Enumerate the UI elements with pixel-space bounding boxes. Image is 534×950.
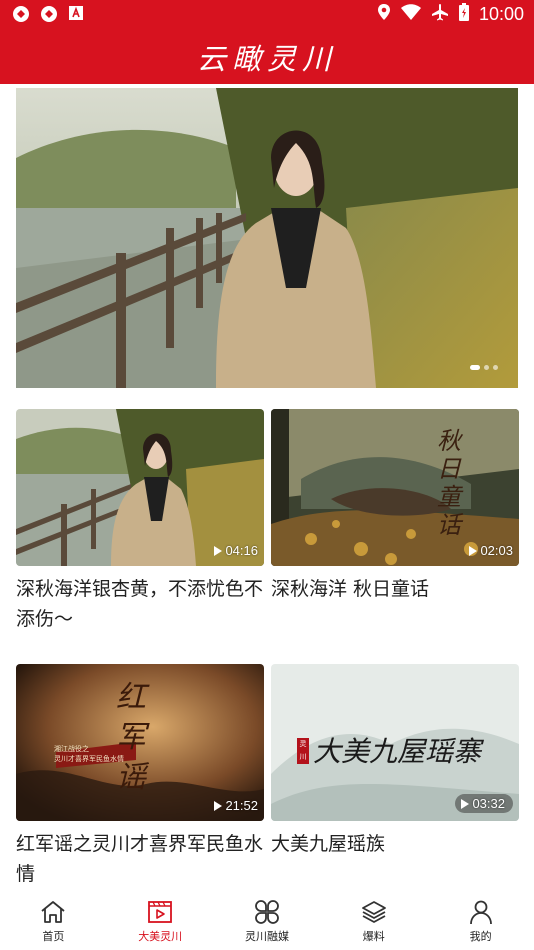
video-icon xyxy=(148,901,173,923)
app-icon-2 xyxy=(40,5,58,23)
page-title: 云瞰灵川 xyxy=(196,42,337,76)
nav-mine[interactable]: 我的 xyxy=(427,892,534,950)
clock: 10:00 xyxy=(478,3,524,24)
nav-dameilingchuan[interactable]: 大美灵川 xyxy=(107,892,214,950)
nav-label: 爆料 xyxy=(362,930,385,943)
video-card[interactable]: 秋日童话 02:03 深秋海洋 秋日童话 xyxy=(271,409,519,604)
bottom-navigation: 首页 大美灵川 灵川融媒 爆料 我的 xyxy=(0,892,534,950)
layers-icon xyxy=(361,901,386,923)
nav-tipoff[interactable]: 爆料 xyxy=(320,892,427,950)
duration-text: 04:16 xyxy=(225,543,258,558)
nav-label: 我的 xyxy=(469,930,492,943)
duration-text: 21:52 xyxy=(225,798,258,813)
video-thumbnail[interactable]: 秋日童话 02:03 xyxy=(271,409,519,566)
nav-home[interactable]: 首页 xyxy=(0,892,107,950)
app-icon-1 xyxy=(12,5,30,23)
thumbnail-calligraphy: 红军谣 xyxy=(116,680,146,795)
play-icon xyxy=(461,798,470,809)
status-bar: 10:00 xyxy=(0,0,534,28)
play-icon xyxy=(469,545,478,556)
nav-label: 大美灵川 xyxy=(138,930,183,943)
video-duration: 02:03 xyxy=(469,543,513,558)
home-icon xyxy=(41,901,65,923)
video-duration: 03:32 xyxy=(455,794,513,813)
carousel-dot[interactable] xyxy=(470,365,480,370)
airplane-icon xyxy=(431,3,449,25)
location-icon xyxy=(377,3,391,25)
video-thumbnail[interactable]: 04:16 xyxy=(16,409,264,566)
app-icon-3 xyxy=(68,5,86,23)
nav-label: 灵川融媒 xyxy=(244,930,289,943)
video-title[interactable]: 深秋海洋 秋日童话 xyxy=(271,574,519,604)
video-title[interactable]: 深秋海洋银杏黄，不添忧色不添伤～ xyxy=(16,574,264,634)
duration-text: 02:03 xyxy=(480,543,513,558)
video-duration: 21:52 xyxy=(214,798,258,813)
play-icon xyxy=(214,800,223,811)
carousel-dot[interactable] xyxy=(484,365,489,370)
video-title[interactable]: 大美九屋瑶族 xyxy=(271,829,519,859)
carousel-indicator xyxy=(470,365,498,370)
video-card[interactable]: 红军谣 湘江战役之 灵川才喜界军民鱼水情 21:52 红军谣之灵川才喜界军民鱼水… xyxy=(16,664,264,889)
play-icon xyxy=(214,545,223,556)
thumbnail-subtitle: 湘江战役之 灵川才喜界军民鱼水情 xyxy=(54,745,124,763)
hero-banner[interactable] xyxy=(16,88,518,388)
video-title[interactable]: 红军谣之灵川才喜界军民鱼水情 xyxy=(16,829,264,889)
wifi-icon xyxy=(400,4,421,24)
nav-lingchuan-media[interactable]: 灵川融媒 xyxy=(214,892,321,950)
battery-icon xyxy=(458,3,469,25)
thumbnail-calligraphy: 大美九屋瑶寨 xyxy=(313,735,482,768)
app-header: 10:00 云瞰灵川 xyxy=(0,0,534,84)
video-card[interactable]: 04:16 深秋海洋银杏黄，不添忧色不添伤～ xyxy=(16,409,264,634)
duration-text: 03:32 xyxy=(472,796,505,811)
video-duration: 04:16 xyxy=(214,543,258,558)
video-thumbnail[interactable]: 红军谣 湘江战役之 灵川才喜界军民鱼水情 21:52 xyxy=(16,664,264,821)
thumbnail-calligraphy: 秋日童话 xyxy=(437,427,461,539)
seal-stamp: 灵川 xyxy=(297,738,309,764)
video-thumbnail[interactable]: 灵川 大美九屋瑶寨 03:32 xyxy=(271,664,519,821)
nav-label: 首页 xyxy=(42,930,65,943)
carousel-dot[interactable] xyxy=(493,365,498,370)
clover-icon xyxy=(255,900,279,924)
video-card[interactable]: 灵川 大美九屋瑶寨 03:32 大美九屋瑶族 xyxy=(271,664,519,859)
hero-image xyxy=(16,88,518,388)
user-icon xyxy=(469,900,492,925)
